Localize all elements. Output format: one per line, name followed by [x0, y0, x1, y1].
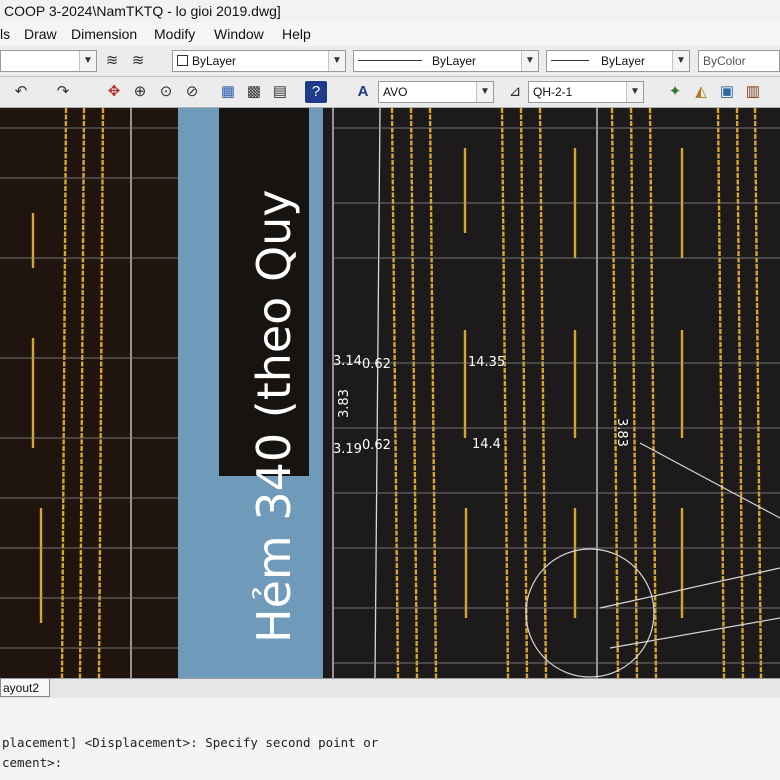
menu-item-window[interactable]: Window — [214, 22, 264, 46]
menu-bar: ls Draw Dimension Modify Window Help — [0, 22, 780, 46]
text-style-icon[interactable]: A — [352, 81, 374, 103]
lineweight-sample-icon — [551, 60, 589, 61]
pan-icon[interactable]: ✥ — [103, 81, 125, 103]
zoom-previous-icon[interactable]: ⊘ — [181, 81, 203, 103]
road-name-label: Hẻm 340 (theo Quy — [247, 189, 301, 643]
drawing-canvas[interactable]: Hẻm 340 (theo Quy 3.14 0.62 14.35 3.83 3.19 0… — [0, 108, 780, 678]
plotstyle-dropdown[interactable]: ByColor — [698, 50, 780, 72]
menu-item-help[interactable]: Help — [282, 22, 311, 46]
window-title: COOP 3-2024\NamTKTQ - lo gioi 2019.dwg] — [0, 0, 780, 22]
redo-icon[interactable]: ↷ — [52, 81, 74, 103]
layout-tabs: ayout2 — [0, 678, 780, 699]
lineweight-dropdown[interactable]: ByLayer ▼ — [546, 50, 690, 72]
cad-drawing: Hẻm 340 (theo Quy 3.14 0.62 14.353.833.19 0… — [0, 108, 780, 678]
multileader-icon[interactable]: ◭ — [690, 81, 712, 103]
menu-item-draw[interactable]: Draw — [24, 22, 57, 46]
color-swatch-icon — [177, 55, 188, 66]
zoom-realtime-icon[interactable]: ⊕ — [129, 81, 151, 103]
linetype-sample-icon — [358, 60, 422, 61]
chevron-down-icon[interactable]: ▼ — [672, 51, 689, 71]
command-line[interactable]: placement] <Displacement>: Specify secon… — [0, 698, 780, 780]
layer-previous-icon[interactable]: ≋ — [127, 50, 149, 72]
chevron-down-icon[interactable]: ▼ — [626, 82, 643, 102]
dimension-label: 14.4 — [472, 437, 501, 452]
layer-manager-icon[interactable]: ≋ — [101, 50, 123, 72]
linetype-dropdown[interactable]: ByLayer ▼ — [353, 50, 539, 72]
properties-icon[interactable]: ▦ — [217, 81, 239, 103]
text-style-dropdown[interactable]: AVO ▼ — [378, 81, 494, 103]
dimension-label: 0.62 — [362, 357, 391, 372]
undo-icon[interactable]: ↶ — [10, 81, 32, 103]
color-value: ByLayer — [192, 54, 237, 68]
yellow-lot-line — [97, 108, 105, 678]
dim-style-value: QH-2-1 — [533, 85, 573, 99]
yellow-lot-line — [60, 108, 68, 678]
dimension-label: 3.83 — [337, 389, 352, 418]
help-icon[interactable]: ? — [305, 81, 327, 103]
menu-item-modify[interactable]: Modify — [154, 22, 195, 46]
chevron-down-icon[interactable]: ▼ — [521, 51, 538, 71]
menu-item-tools[interactable]: ls — [0, 22, 10, 46]
text-style-value: AVO — [383, 85, 408, 99]
plotstyle-value: ByColor — [703, 54, 746, 68]
chevron-down-icon[interactable]: ▼ — [328, 51, 345, 71]
dimension-label: 3.19 — [333, 442, 362, 457]
chevron-down-icon[interactable]: ▼ — [476, 82, 493, 102]
layer-dropdown[interactable]: ▼ — [0, 50, 97, 72]
tool-palettes-icon[interactable]: ▤ — [269, 81, 291, 103]
properties-toolbar: ▼ ≋ ≋ ByLayer ▼ ByLayer ▼ ByLayer ▼ ByCo… — [0, 46, 780, 77]
dimension-label: 14.35 — [468, 355, 505, 370]
plot-icon[interactable]: ▣ — [716, 81, 738, 103]
tab-layout2[interactable]: ayout2 — [0, 679, 51, 697]
table-style-icon[interactable]: ✦ — [664, 81, 686, 103]
publish-icon[interactable]: ▥ — [742, 81, 764, 103]
linetype-value: ByLayer — [432, 54, 477, 68]
dimension-label: 3.83 — [614, 418, 629, 447]
color-dropdown[interactable]: ByLayer ▼ — [172, 50, 346, 72]
dimension-label: 0.62 — [362, 438, 391, 453]
lineweight-value: ByLayer — [601, 54, 646, 68]
yellow-lot-line — [78, 108, 86, 678]
design-center-icon[interactable]: ▩ — [243, 81, 265, 103]
chevron-down-icon[interactable]: ▼ — [79, 51, 96, 71]
zoom-window-icon[interactable]: ⊙ — [155, 81, 177, 103]
menu-item-dimension[interactable]: Dimension — [71, 22, 137, 46]
dim-style-icon[interactable]: ⊿ — [504, 81, 526, 103]
dimension-label: 3.14 — [333, 354, 362, 369]
command-prompt-line: cement>: — [2, 755, 63, 770]
standard-toolbar: ↶ ↷ ✥ ⊕ ⊙ ⊘ ▦ ▩ ▤ ? A AVO ▼ ⊿ QH-2-1 ▼ ✦… — [0, 77, 780, 108]
command-history-line: placement] <Displacement>: Specify secon… — [2, 735, 379, 750]
dim-style-dropdown[interactable]: QH-2-1 ▼ — [528, 81, 644, 103]
lot-area — [323, 108, 780, 678]
